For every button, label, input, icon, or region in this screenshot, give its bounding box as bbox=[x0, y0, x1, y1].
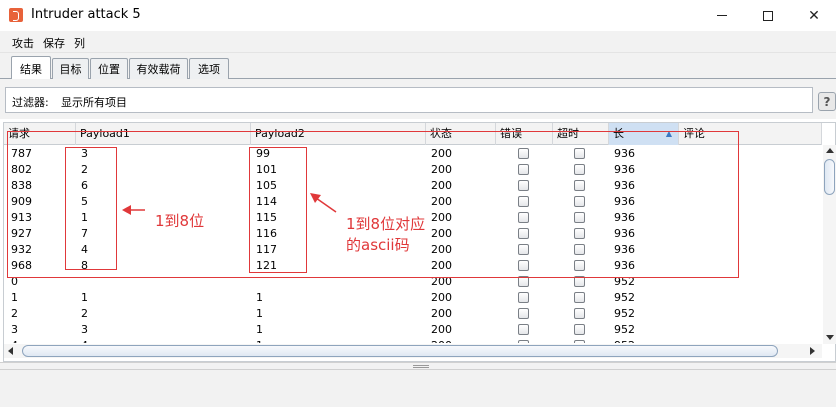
minimize-button[interactable] bbox=[699, 0, 745, 31]
cell-length: 952 bbox=[614, 323, 635, 336]
close-icon: ✕ bbox=[808, 7, 820, 24]
tab-results[interactable]: 结果 bbox=[11, 56, 51, 80]
minimize-icon bbox=[717, 15, 727, 16]
menu-save[interactable]: 保存 bbox=[43, 35, 65, 51]
cell-payload1: 1 bbox=[81, 291, 88, 304]
title-bar: Intruder attack 5 ✕ bbox=[0, 0, 836, 31]
annotation-note-ascii-line1: 1到8位对应 bbox=[346, 215, 426, 233]
annotation-note-positions: 1到8位 bbox=[155, 212, 205, 230]
cell-request: 4 bbox=[11, 339, 18, 343]
table-row[interactable]: 1 1 1 200 952 bbox=[4, 290, 822, 306]
cell-request: 3 bbox=[11, 323, 18, 336]
cell-status: 200 bbox=[431, 307, 452, 320]
tab-target[interactable]: 目标 bbox=[52, 58, 89, 79]
horizontal-scroll-thumb[interactable] bbox=[22, 345, 778, 357]
close-button[interactable]: ✕ bbox=[791, 0, 836, 31]
cell-payload1: 2 bbox=[81, 307, 88, 320]
tab-payloads[interactable]: 有效载荷 bbox=[129, 58, 188, 79]
cell-payload1: 4 bbox=[81, 339, 88, 343]
scroll-down-icon[interactable] bbox=[826, 335, 834, 340]
timeout-checkbox[interactable] bbox=[574, 308, 585, 319]
timeout-checkbox[interactable] bbox=[574, 324, 585, 335]
annotation-box-payload1 bbox=[65, 147, 117, 270]
filter-value[interactable]: 显示所有项目 bbox=[61, 94, 127, 110]
table-row[interactable]: 4 4 1 200 952 bbox=[4, 338, 822, 343]
splitter-grip-icon[interactable] bbox=[413, 365, 429, 368]
window-title: Intruder attack 5 bbox=[31, 7, 141, 22]
pane-splitter[interactable] bbox=[0, 362, 836, 370]
timeout-checkbox[interactable] bbox=[574, 292, 585, 303]
annotation-box-payload2 bbox=[249, 147, 307, 273]
filter-row: 过滤器: 显示所有项目 bbox=[0, 79, 836, 119]
menu-columns[interactable]: 列 bbox=[74, 35, 85, 51]
help-button[interactable]: ? bbox=[818, 92, 836, 111]
burp-app-icon bbox=[9, 8, 23, 22]
error-checkbox[interactable] bbox=[518, 324, 529, 335]
cell-status: 200 bbox=[431, 323, 452, 336]
vertical-scroll-thumb[interactable] bbox=[824, 159, 835, 195]
table-row[interactable]: 2 2 1 200 952 bbox=[4, 306, 822, 322]
tab-positions[interactable]: 位置 bbox=[90, 58, 128, 79]
request-detail-pane bbox=[0, 370, 836, 407]
cell-length: 952 bbox=[614, 307, 635, 320]
cell-payload2: 1 bbox=[256, 323, 263, 336]
menu-bar: 攻击 保存 列 bbox=[0, 31, 836, 53]
table-row[interactable]: 3 3 1 200 952 bbox=[4, 322, 822, 338]
cell-length: 952 bbox=[614, 339, 635, 343]
filter-bar[interactable]: 过滤器: 显示所有项目 bbox=[5, 87, 813, 113]
cell-request: 2 bbox=[11, 307, 18, 320]
error-checkbox[interactable] bbox=[518, 308, 529, 319]
cell-payload1: 3 bbox=[81, 323, 88, 336]
timeout-checkbox[interactable] bbox=[574, 340, 585, 343]
menu-attack[interactable]: 攻击 bbox=[12, 35, 34, 51]
filter-label: 过滤器: bbox=[12, 96, 49, 109]
vertical-scrollbar[interactable] bbox=[823, 145, 836, 344]
annotation-note-ascii-line2: 的ascii码 bbox=[346, 236, 410, 254]
error-checkbox[interactable] bbox=[518, 340, 529, 343]
cell-status: 200 bbox=[431, 291, 452, 304]
cell-payload2: 1 bbox=[256, 291, 263, 304]
maximize-icon bbox=[763, 10, 773, 21]
horizontal-scrollbar[interactable] bbox=[4, 344, 822, 358]
cell-length: 952 bbox=[614, 291, 635, 304]
maximize-button[interactable] bbox=[745, 0, 791, 31]
tab-options[interactable]: 选项 bbox=[189, 58, 229, 79]
scroll-left-icon[interactable] bbox=[8, 347, 13, 355]
error-checkbox[interactable] bbox=[518, 292, 529, 303]
cell-payload2: 1 bbox=[256, 339, 263, 343]
scroll-right-icon[interactable] bbox=[810, 347, 815, 355]
cell-payload2: 1 bbox=[256, 307, 263, 320]
cell-status: 200 bbox=[431, 339, 452, 343]
scroll-up-icon[interactable] bbox=[826, 148, 834, 153]
cell-request: 1 bbox=[11, 291, 18, 304]
tab-strip: 结果 目标 位置 有效载荷 选项 bbox=[0, 53, 836, 80]
